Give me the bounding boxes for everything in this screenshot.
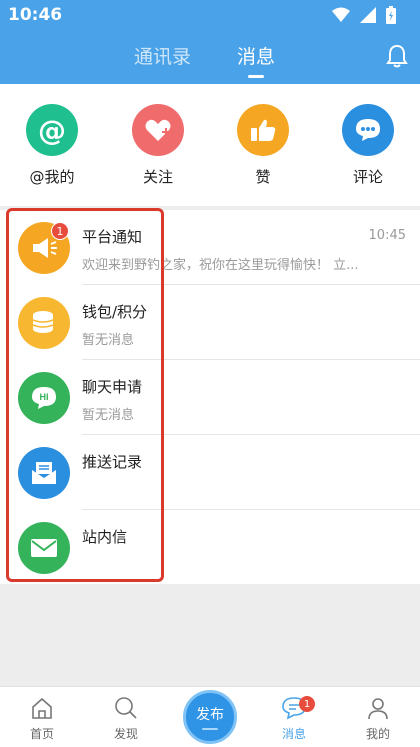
quick-actions: @ @我的 关注 赞 评论 bbox=[0, 84, 420, 206]
user-icon bbox=[348, 695, 408, 721]
quick-like[interactable]: 赞 bbox=[223, 104, 303, 187]
at-icon: @ bbox=[26, 104, 78, 156]
mail-tray-icon bbox=[18, 447, 70, 499]
active-tab-indicator bbox=[248, 75, 264, 78]
header-tabs: 通讯录 消息 bbox=[0, 42, 420, 74]
message-icon bbox=[264, 695, 324, 721]
heart-plus-icon bbox=[132, 104, 184, 156]
publish-button[interactable]: 发布 bbox=[183, 690, 237, 744]
message-title: 站内信 bbox=[82, 528, 128, 546]
message-time: 10:45 bbox=[368, 228, 406, 243]
nav-home[interactable]: 首页 bbox=[12, 695, 72, 742]
message-preview: 暂无消息 bbox=[82, 408, 135, 423]
nav-label: 首页 bbox=[29, 727, 54, 741]
tab-messages[interactable]: 消息 bbox=[237, 42, 275, 69]
message-preview: 欢迎来到野钓之家，祝你在这里玩得愉快！ 立... bbox=[82, 258, 359, 273]
svg-text:HI: HI bbox=[40, 392, 49, 402]
chat-hi-icon: HI bbox=[18, 372, 70, 424]
message-title: 聊天申请 bbox=[82, 378, 143, 396]
envelope-icon bbox=[18, 522, 70, 574]
list-item-chat-request[interactable]: HI 聊天申请 暂无消息 bbox=[0, 360, 420, 435]
nav-label: 消息 bbox=[281, 727, 306, 741]
nav-label: 发现 bbox=[113, 727, 138, 741]
quick-label: 关注 bbox=[142, 168, 173, 186]
tab-contacts[interactable]: 通讯录 bbox=[134, 42, 191, 69]
list-item-wallet-points[interactable]: 钱包/积分 暂无消息 bbox=[0, 285, 420, 360]
thumbs-up-icon bbox=[237, 104, 289, 156]
nav-unread-badge: 1 bbox=[299, 696, 315, 712]
nav-discover[interactable]: 发现 bbox=[96, 695, 156, 742]
quick-comment[interactable]: 评论 bbox=[328, 104, 408, 187]
status-time: 10:46 bbox=[8, 5, 63, 25]
list-item-push-records[interactable]: 推送记录 bbox=[0, 435, 420, 510]
signal-icon bbox=[360, 7, 376, 23]
nav-me[interactable]: 我的 bbox=[348, 695, 408, 742]
quick-label: @我的 bbox=[29, 168, 75, 186]
home-icon bbox=[12, 695, 72, 721]
quick-label: 赞 bbox=[255, 168, 271, 186]
coins-icon bbox=[18, 297, 70, 349]
message-preview: 暂无消息 bbox=[82, 333, 135, 348]
message-title: 推送记录 bbox=[82, 453, 143, 471]
quick-at-me[interactable]: @ @我的 bbox=[12, 104, 92, 187]
status-icons bbox=[332, 6, 396, 24]
status-bar: 10:46 bbox=[0, 0, 420, 30]
nav-messages[interactable]: 消息 bbox=[264, 695, 324, 742]
list-item-site-mail[interactable]: 站内信 bbox=[0, 510, 420, 585]
top-header: 10:46 通讯录 消息 bbox=[0, 0, 420, 84]
nav-label: 我的 bbox=[365, 727, 390, 741]
publish-underline bbox=[202, 728, 218, 730]
quick-label: 评论 bbox=[352, 168, 383, 186]
battery-icon bbox=[386, 6, 396, 24]
message-title: 钱包/积分 bbox=[82, 303, 148, 321]
bell-icon[interactable] bbox=[386, 44, 408, 68]
unread-badge: 1 bbox=[51, 222, 69, 240]
wifi-icon bbox=[332, 7, 350, 22]
message-title: 平台通知 bbox=[82, 228, 143, 246]
message-list: 1 平台通知 欢迎来到野钓之家，祝你在这里玩得愉快！ 立... 10:45 钱包… bbox=[0, 210, 420, 584]
quick-follow[interactable]: 关注 bbox=[118, 104, 198, 187]
search-icon bbox=[96, 695, 156, 721]
comment-icon bbox=[342, 104, 394, 156]
publish-label: 发布 bbox=[196, 707, 224, 723]
list-item-platform-notice[interactable]: 1 平台通知 欢迎来到野钓之家，祝你在这里玩得愉快！ 立... 10:45 bbox=[0, 210, 420, 285]
